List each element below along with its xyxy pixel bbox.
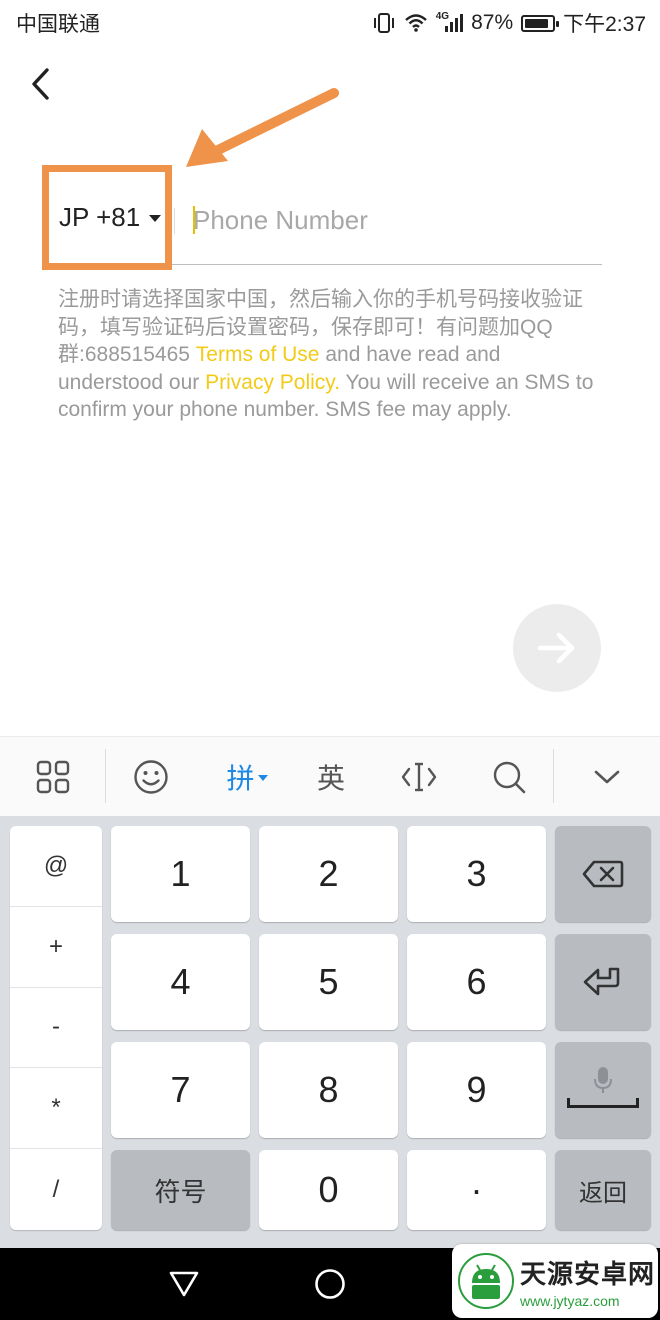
key-3[interactable]: 3: [407, 826, 546, 922]
chevron-left-icon: [32, 68, 49, 100]
symbol-key[interactable]: @: [10, 826, 102, 907]
field-divider: [174, 208, 175, 234]
key-6[interactable]: 6: [407, 934, 546, 1030]
hide-keyboard-button[interactable]: [572, 737, 642, 817]
site-watermark: 天源安卓网 www.jytyaz.com: [452, 1244, 658, 1318]
keyboard-toolbar: 拼 英: [0, 736, 660, 816]
key-9[interactable]: 9: [407, 1042, 546, 1138]
text-cursor: [193, 206, 195, 234]
toolbar-divider: [553, 749, 554, 803]
circle-home-icon: [315, 1269, 345, 1299]
space-icon: [567, 1098, 639, 1108]
search-icon: [493, 761, 526, 794]
pinyin-mode-button[interactable]: 拼: [212, 737, 282, 817]
text-cursor-icon: [401, 762, 437, 792]
signal-icon: 4G: [435, 10, 464, 32]
symbols-key[interactable]: 符号: [111, 1150, 250, 1230]
terms-of-use-link[interactable]: Terms of Use: [196, 343, 320, 366]
watermark-text: 天源安卓网 www.jytyaz.com: [520, 1254, 655, 1309]
phone-input-underline: [172, 264, 602, 265]
clock: 下午2:37: [563, 13, 646, 36]
backspace-key[interactable]: [555, 826, 651, 922]
status-icons: 4G 87% 下午2:37: [372, 8, 646, 38]
arrow-right-icon: [537, 632, 575, 664]
search-button[interactable]: [476, 737, 542, 817]
smiley-icon: [134, 760, 168, 794]
dot-key[interactable]: ·: [407, 1150, 546, 1230]
cursor-move-button[interactable]: [386, 737, 452, 817]
back-button[interactable]: [22, 64, 58, 104]
key-8[interactable]: 8: [259, 1042, 398, 1138]
english-mode-button[interactable]: 英: [298, 737, 364, 817]
carrier-name: 中国联通: [16, 13, 100, 36]
phone-number-input[interactable]: [190, 196, 602, 244]
return-key[interactable]: 返回: [555, 1150, 651, 1230]
key-1[interactable]: 1: [111, 826, 250, 922]
symbol-key[interactable]: /: [10, 1149, 102, 1230]
key-5[interactable]: 5: [259, 934, 398, 1030]
battery-icon: [521, 14, 560, 32]
backspace-icon: [582, 860, 624, 888]
privacy-policy-link[interactable]: Privacy Policy.: [205, 371, 340, 394]
watermark-url: www.jytyaz.com: [520, 1292, 620, 1309]
watermark-title: 天源安卓网: [520, 1259, 656, 1290]
battery-percent: 87%: [471, 11, 514, 34]
vibrate-icon: [372, 13, 396, 33]
country-code-label: JP +81: [59, 202, 141, 232]
nav-home-button[interactable]: [295, 1248, 365, 1320]
toolbar-divider: [105, 749, 106, 803]
key-4[interactable]: 4: [111, 934, 250, 1030]
wifi-icon: [404, 13, 428, 33]
symbol-column: @ + - * /: [10, 826, 102, 1230]
next-button[interactable]: [513, 604, 601, 692]
dropdown-caret-icon: [149, 215, 162, 222]
chevron-down-icon: [594, 770, 620, 784]
emoji-button[interactable]: [118, 737, 184, 817]
key-7[interactable]: 7: [111, 1042, 250, 1138]
symbol-key[interactable]: +: [10, 907, 102, 988]
annotation-arrow: [186, 88, 339, 167]
triangle-back-icon: [169, 1271, 199, 1297]
status-bar: 中国联通 4G 87% 下午2:37: [0, 0, 660, 46]
symbol-key[interactable]: -: [10, 988, 102, 1069]
key-2[interactable]: 2: [259, 826, 398, 922]
phone-input-wrapper: [190, 196, 602, 244]
key-0[interactable]: 0: [259, 1150, 398, 1230]
android-logo-icon: [458, 1253, 514, 1309]
numeric-keyboard: @ + - * / 1 2 3 4 5 6 7 8 9 符号 0 · 返回: [0, 816, 660, 1248]
nav-back-button[interactable]: [149, 1248, 219, 1320]
pinyin-label: 拼: [226, 762, 255, 795]
microphone-icon: [594, 1067, 612, 1093]
enter-key[interactable]: [555, 934, 651, 1030]
english-label: 英: [316, 762, 345, 795]
space-voice-key[interactable]: [555, 1042, 651, 1138]
grid-icon: [36, 760, 70, 794]
enter-icon: [583, 967, 620, 996]
info-text: 注册时请选择国家中国，然后输入你的手机号码接收验证码，填写验证码后设置密码，保存…: [58, 286, 598, 424]
keyboard-menu-button[interactable]: [20, 737, 86, 817]
network-type: 4G: [435, 10, 450, 22]
caret-down-icon: [257, 775, 268, 781]
symbol-key[interactable]: *: [10, 1068, 102, 1150]
country-code-selector[interactable]: JP +81: [42, 165, 172, 270]
